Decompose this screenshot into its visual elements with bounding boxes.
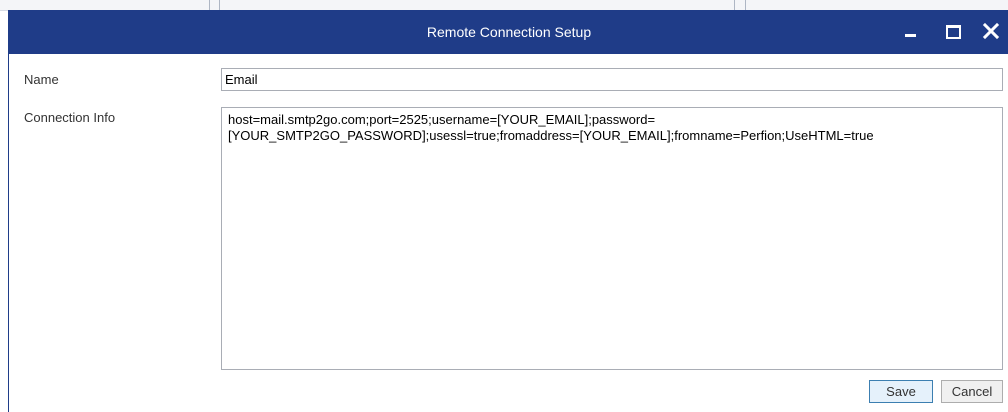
minimize-icon bbox=[905, 34, 916, 37]
background-divider bbox=[209, 0, 210, 10]
background-divider bbox=[734, 0, 735, 10]
close-icon bbox=[982, 22, 1000, 40]
minimize-button[interactable] bbox=[897, 18, 925, 46]
close-button[interactable] bbox=[977, 18, 1005, 46]
save-button[interactable]: Save bbox=[869, 380, 933, 403]
name-input[interactable] bbox=[221, 68, 1003, 91]
background-divider bbox=[219, 0, 220, 10]
dialog-title: Remote Connection Setup bbox=[426, 24, 592, 40]
dialog-titlebar[interactable]: Remote Connection Setup bbox=[9, 10, 1008, 54]
background-divider bbox=[745, 0, 746, 10]
remote-connection-dialog: Remote Connection Setup Name Connection … bbox=[8, 10, 1008, 412]
screen: Remote Connection Setup Name Connection … bbox=[0, 0, 1008, 412]
name-label: Name bbox=[24, 72, 59, 87]
maximize-button[interactable] bbox=[939, 18, 967, 46]
connection-info-textarea[interactable]: host=mail.smtp2go.com;port=2525;username… bbox=[221, 107, 1003, 370]
maximize-icon bbox=[946, 25, 961, 39]
connection-info-label: Connection Info bbox=[24, 110, 116, 125]
cancel-button[interactable]: Cancel bbox=[941, 380, 1003, 403]
